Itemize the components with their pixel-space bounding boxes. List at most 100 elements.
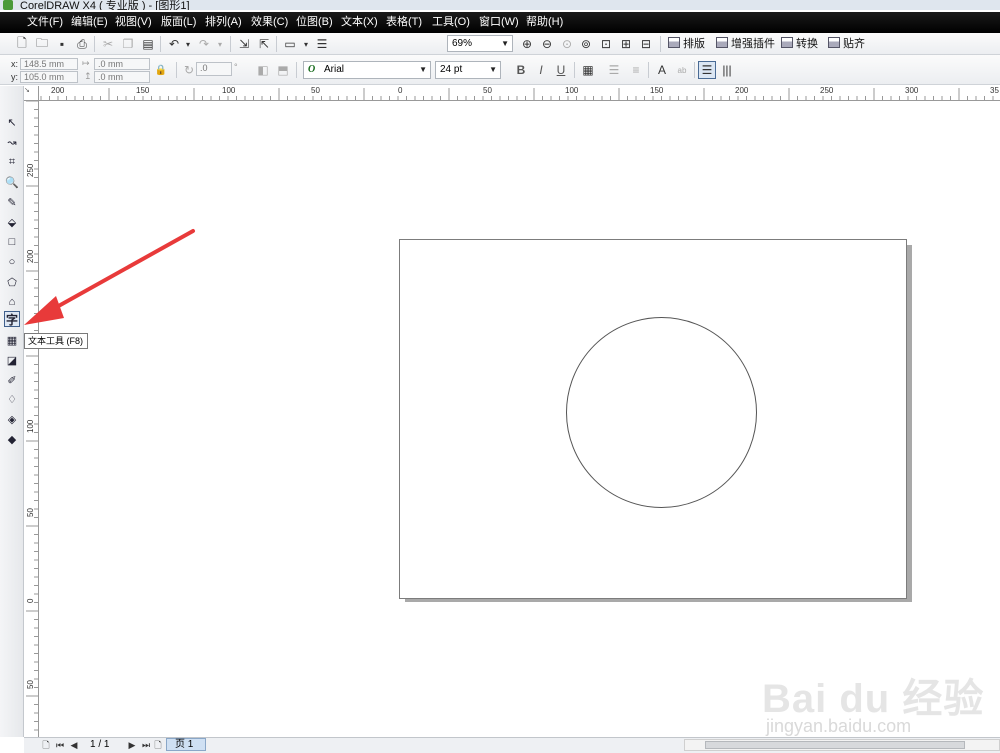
menu-tools[interactable]: 工具(O): [432, 15, 470, 30]
basic-shapes-tool-icon[interactable]: ⌂: [4, 294, 20, 310]
horizontal-ruler[interactable]: 200 150 100 50 0 50 100 150 200 250 300 …: [24, 86, 1000, 101]
width-icon: ↦: [82, 58, 90, 68]
print-icon[interactable]: ⎙: [74, 36, 90, 52]
mirror-vertical-icon[interactable]: ⬒: [275, 62, 291, 78]
menu-table[interactable]: 表格(T): [386, 15, 422, 30]
insert-page-before-icon[interactable]: 🗋: [40, 739, 52, 751]
copy-icon[interactable]: ❐: [120, 36, 136, 52]
menu-window[interactable]: 窗口(W): [479, 15, 519, 30]
open-folder-icon[interactable]: 🗀: [34, 36, 50, 52]
snap-plugin-button[interactable]: 贴齐: [828, 36, 865, 52]
menu-effects[interactable]: 效果(C): [251, 15, 288, 30]
x-position-label: x:: [11, 59, 19, 69]
zoom-in-icon[interactable]: ⊕: [519, 36, 535, 52]
interactive-fill-tool-icon[interactable]: ◆: [4, 431, 20, 447]
zoom-selected-icon[interactable]: ⊙: [559, 36, 575, 52]
insert-page-after-icon[interactable]: 🗋: [152, 739, 164, 751]
first-page-icon[interactable]: ⏮: [54, 739, 66, 751]
width-field[interactable]: .0 mm: [94, 58, 150, 70]
menu-help[interactable]: 帮助(H): [526, 15, 563, 30]
y-position-field[interactable]: 105.0 mm: [20, 71, 78, 83]
crop-tool-icon[interactable]: ⌗: [4, 154, 20, 170]
save-icon[interactable]: ▪: [54, 36, 70, 52]
export-icon[interactable]: ⇱: [256, 36, 272, 52]
horizontal-alignment-icon[interactable]: ▦: [580, 62, 596, 78]
scrollbar-thumb[interactable]: [705, 741, 965, 749]
previous-page-icon[interactable]: ◀: [68, 739, 80, 751]
freehand-tool-icon[interactable]: ✎: [4, 194, 20, 210]
zoom-tool-icon[interactable]: 🔍: [4, 174, 20, 190]
zoom-all-objects-icon[interactable]: ⊚: [578, 36, 594, 52]
polygon-tool-icon[interactable]: ⬠: [4, 274, 20, 290]
smart-fill-tool-icon[interactable]: ⬙: [4, 214, 20, 230]
height-field[interactable]: .0 mm: [94, 71, 150, 83]
welcome-screen-icon[interactable]: ☰: [314, 36, 330, 52]
zoom-level-combo[interactable]: 69% ▼: [447, 35, 513, 52]
underline-button[interactable]: U: [553, 62, 569, 78]
ruler-label: 50: [26, 680, 35, 689]
menu-view[interactable]: 视图(V): [115, 15, 152, 30]
shape-tool-icon[interactable]: ↝: [4, 134, 20, 150]
ruler-label: 50: [311, 86, 320, 95]
vertical-text-button[interactable]: |||: [719, 62, 735, 78]
next-page-icon[interactable]: ▶: [126, 739, 138, 751]
new-document-icon[interactable]: 🗋: [14, 36, 30, 52]
lock-ratio-icon[interactable]: 🔒: [153, 62, 169, 78]
menu-file[interactable]: 文件(F): [27, 15, 63, 30]
eyedropper-tool-icon[interactable]: ✐: [4, 372, 20, 388]
zoom-level-value: 69%: [452, 38, 473, 49]
zoom-page-icon[interactable]: ⊡: [598, 36, 614, 52]
chevron-down-icon: ▼: [501, 39, 509, 48]
edit-text-icon[interactable]: ab: [674, 62, 690, 78]
circle-shape[interactable]: [566, 317, 757, 508]
x-position-field[interactable]: 148.5 mm: [20, 58, 78, 70]
toolbar-separator: [230, 36, 231, 52]
outline-pen-tool-icon[interactable]: ♢: [4, 391, 20, 407]
zoom-page-height-icon[interactable]: ⊟: [638, 36, 654, 52]
drop-cap-icon[interactable]: ≡: [628, 62, 644, 78]
redo-icon[interactable]: ↷: [196, 36, 212, 52]
fill-tool-icon[interactable]: ◈: [4, 411, 20, 427]
vertical-ruler[interactable]: 250 200 150 100 50 0 50: [24, 101, 39, 737]
rotation-angle-field[interactable]: .0: [196, 62, 232, 76]
menu-layout[interactable]: 版面(L): [161, 15, 196, 30]
undo-dropdown-icon[interactable]: ▾: [180, 36, 196, 52]
page-tab[interactable]: 页 1: [166, 738, 206, 751]
typeset-plugin-button[interactable]: 排版: [668, 36, 705, 52]
paste-icon[interactable]: ▤: [140, 36, 156, 52]
font-size-combo[interactable]: 24 pt ▼: [435, 61, 501, 79]
text-tool-icon[interactable]: 字: [4, 311, 20, 327]
menu-arrange[interactable]: 排列(A): [205, 15, 242, 30]
ruler-label: 100: [222, 86, 236, 95]
redo-dropdown-icon[interactable]: ▾: [212, 36, 228, 52]
pick-tool-icon[interactable]: ↖: [4, 114, 20, 130]
bold-button[interactable]: B: [513, 62, 529, 78]
table-tool-icon[interactable]: ▦: [4, 332, 20, 348]
window-title: CorelDRAW X4 ( 专业版 ) - [图形1]: [20, 0, 190, 10]
menu-text[interactable]: 文本(X): [341, 15, 378, 30]
ellipse-tool-icon[interactable]: ○: [4, 254, 20, 270]
interactive-blend-tool-icon[interactable]: ◪: [4, 352, 20, 368]
menu-edit[interactable]: 编辑(E): [71, 15, 108, 30]
baidu-jingyan-watermark: Bai du 经验 jingyan.baidu.com: [762, 638, 983, 738]
launcher-dropdown-icon[interactable]: ▾: [298, 36, 314, 52]
last-page-icon[interactable]: ⏭: [140, 739, 152, 751]
character-formatting-icon[interactable]: A: [654, 62, 670, 78]
italic-button[interactable]: I: [533, 62, 549, 78]
cut-icon[interactable]: ✂: [100, 36, 116, 52]
menu-bitmaps[interactable]: 位图(B): [296, 15, 333, 30]
bullet-list-icon[interactable]: ☰: [606, 62, 622, 78]
horizontal-scrollbar[interactable]: [684, 739, 1000, 751]
mirror-horizontal-icon[interactable]: ◧: [255, 62, 271, 78]
ruler-origin-corner[interactable]: ↘: [24, 86, 39, 101]
zoom-out-icon[interactable]: ⊖: [539, 36, 555, 52]
import-icon[interactable]: ⇲: [236, 36, 252, 52]
horizontal-text-button[interactable]: ☰: [698, 61, 716, 79]
font-list-combo[interactable]: O Arial ▼: [303, 61, 431, 79]
ruler-label: 250: [820, 86, 834, 95]
convert-plugin-button[interactable]: 转换: [781, 36, 818, 52]
enhance-plugin-button[interactable]: 增强插件: [716, 36, 775, 52]
zoom-page-width-icon[interactable]: ⊞: [618, 36, 634, 52]
application-launcher-icon[interactable]: ▭: [282, 36, 298, 52]
rectangle-tool-icon[interactable]: □: [4, 234, 20, 250]
